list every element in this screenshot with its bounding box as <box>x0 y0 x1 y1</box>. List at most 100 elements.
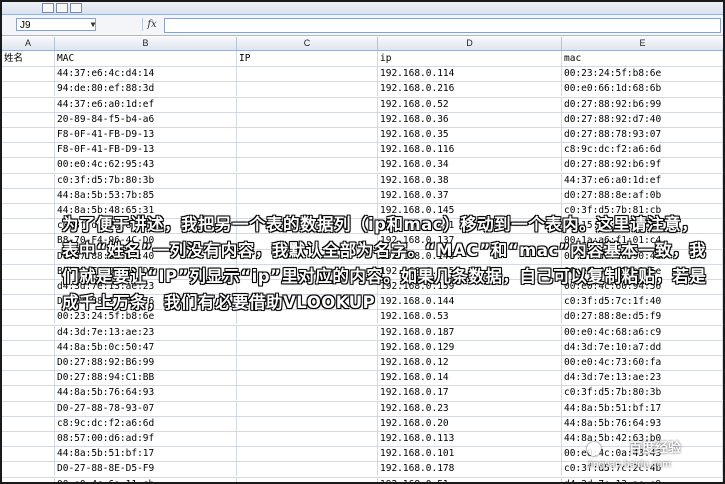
table-cell[interactable]: 44:37:e6:4c:d4:14 <box>55 66 237 82</box>
table-cell[interactable]: 192.168.0.36 <box>378 111 562 127</box>
column-header-b[interactable]: B <box>55 37 237 50</box>
column-header-e[interactable]: E <box>562 37 723 50</box>
table-cell[interactable]: 192.168.0.35 <box>378 127 562 142</box>
table-cell[interactable]: c0:3f:d5:7b:80:3b <box>562 385 723 401</box>
table-cell[interactable] <box>237 355 378 370</box>
table-cell[interactable] <box>2 446 55 462</box>
table-cell[interactable] <box>2 415 55 431</box>
table-cell[interactable]: 00:e0:4c:62:95:43 <box>55 157 237 173</box>
table-cell[interactable] <box>237 81 378 97</box>
table-cell[interactable]: 192.168.0.216 <box>378 81 562 97</box>
name-box[interactable]: J9 <box>16 18 96 31</box>
table-cell[interactable]: c0:3f:d5:7b:80:3b <box>55 172 237 188</box>
table-cell[interactable] <box>2 187 55 203</box>
table-cell[interactable]: 192.168.0.17 <box>378 385 562 401</box>
table-cell[interactable] <box>2 81 55 97</box>
table-cell[interactable]: 00:e0:4c:6a:11:cb <box>55 476 237 482</box>
table-cell[interactable]: 192.168.0.14 <box>378 370 562 386</box>
table-cell[interactable]: 44:8a:5b:51:bf:17 <box>562 400 723 416</box>
table-cell[interactable]: D0:27:88:94:C1:BB <box>55 370 237 386</box>
header-cell[interactable]: MAC <box>55 51 237 66</box>
table-cell[interactable] <box>237 66 378 82</box>
table-cell[interactable] <box>237 111 378 127</box>
table-cell[interactable] <box>237 400 378 416</box>
table-cell[interactable] <box>2 385 55 401</box>
table-cell[interactable] <box>237 385 378 401</box>
table-cell[interactable] <box>237 415 378 431</box>
table-cell[interactable]: 192.168.0.101 <box>378 446 562 462</box>
table-cell[interactable] <box>2 339 55 355</box>
save-icon[interactable] <box>42 3 54 13</box>
table-cell[interactable] <box>2 370 55 386</box>
table-cell[interactable]: 192.168.0.113 <box>378 431 562 446</box>
table-cell[interactable]: 44:37:e6:a0:1d:ef <box>55 96 237 112</box>
table-cell[interactable]: 192.168.0.38 <box>378 172 562 188</box>
table-cell[interactable] <box>237 476 378 482</box>
table-cell[interactable] <box>237 370 378 386</box>
table-cell[interactable] <box>2 172 55 188</box>
header-cell[interactable]: IP <box>237 51 378 66</box>
table-cell[interactable] <box>237 339 378 355</box>
table-cell[interactable]: d0:27:88:92:d7:40 <box>562 111 723 127</box>
table-cell[interactable]: 44:37:e6:a0:1d:ef <box>562 172 723 188</box>
table-cell[interactable] <box>237 172 378 188</box>
header-cell[interactable]: 姓名 <box>2 51 55 66</box>
table-cell[interactable]: 44:8a:5b:76:64:93 <box>562 415 723 431</box>
table-cell[interactable] <box>237 187 378 203</box>
table-cell[interactable] <box>2 400 55 416</box>
table-cell[interactable]: c8:9c:dc:f2:a6:6d <box>55 415 237 431</box>
table-cell[interactable] <box>237 446 378 462</box>
table-cell[interactable]: F8-0F-41-FB-D9-13 <box>55 142 237 158</box>
column-header-d[interactable]: D <box>378 37 562 50</box>
table-cell[interactable] <box>2 66 55 82</box>
table-cell[interactable] <box>237 157 378 173</box>
table-cell[interactable]: 00:e0:4c:73:60:fa <box>562 355 723 370</box>
table-cell[interactable]: 192.168.0.23 <box>378 400 562 416</box>
column-header-c[interactable]: C <box>237 37 378 50</box>
table-cell[interactable]: F8-0F-41-FB-D9-13 <box>55 127 237 142</box>
table-cell[interactable] <box>237 127 378 142</box>
table-cell[interactable]: D0-27-88-8E-D5-F9 <box>55 461 237 477</box>
header-cell[interactable]: ip <box>378 51 562 66</box>
table-cell[interactable]: 192.168.0.129 <box>378 339 562 355</box>
table-cell[interactable]: d0:27:88:8e:af:0b <box>562 187 723 203</box>
function-icon[interactable]: fx <box>142 18 161 31</box>
formula-input[interactable] <box>164 18 721 33</box>
chevron-down-icon[interactable]: ▼ <box>88 19 98 31</box>
undo-icon[interactable] <box>56 3 68 13</box>
table-cell[interactable]: 192.168.0.37 <box>378 187 562 203</box>
table-cell[interactable]: d4:3d:7e:13:ae:23 <box>562 370 723 386</box>
table-cell[interactable]: D0:27:88:92:B6:99 <box>55 355 237 370</box>
table-cell[interactable]: 08:57:00:d6:ad:9f <box>55 431 237 446</box>
table-cell[interactable] <box>237 142 378 158</box>
table-cell[interactable]: 192.168.0.178 <box>378 461 562 477</box>
table-cell[interactable]: d0:27:88:78:93:07 <box>562 127 723 142</box>
table-cell[interactable]: 192.168.0.114 <box>378 66 562 82</box>
table-cell[interactable] <box>2 476 55 482</box>
column-header-a[interactable]: A <box>2 37 55 50</box>
header-cell[interactable]: mac <box>562 51 723 66</box>
table-cell[interactable] <box>2 355 55 370</box>
table-cell[interactable]: d0:27:88:92:b6:9f <box>562 157 723 173</box>
table-cell[interactable]: d0:27:88:92:b6:99 <box>562 96 723 112</box>
table-cell[interactable]: 20-89-84-f5-b4-a6 <box>55 111 237 127</box>
table-cell[interactable]: 94:de:80:ef:88:3d <box>55 81 237 97</box>
table-cell[interactable] <box>237 96 378 112</box>
table-cell[interactable]: 192.168.0.52 <box>378 96 562 112</box>
table-cell[interactable] <box>2 461 55 477</box>
table-cell[interactable]: 44:8a:5b:76:64:93 <box>55 385 237 401</box>
table-cell[interactable] <box>237 461 378 477</box>
table-cell[interactable]: 44:8a:5b:0c:50:47 <box>55 339 237 355</box>
table-cell[interactable] <box>2 111 55 127</box>
table-cell[interactable] <box>2 127 55 142</box>
table-cell[interactable] <box>2 142 55 158</box>
table-cell[interactable]: 192.168.0.51 <box>378 476 562 482</box>
table-cell[interactable]: 44:8a:5b:51:bf:17 <box>55 446 237 462</box>
table-cell[interactable] <box>2 157 55 173</box>
table-cell[interactable] <box>2 96 55 112</box>
table-cell[interactable] <box>237 431 378 446</box>
table-cell[interactable]: D0-27-88-78-93-07 <box>55 400 237 416</box>
redo-icon[interactable] <box>70 3 82 13</box>
table-cell[interactable]: d4:3d:7e:10:a7:dd <box>562 339 723 355</box>
table-cell[interactable]: 00:23:24:5f:b8:6e <box>562 66 723 82</box>
